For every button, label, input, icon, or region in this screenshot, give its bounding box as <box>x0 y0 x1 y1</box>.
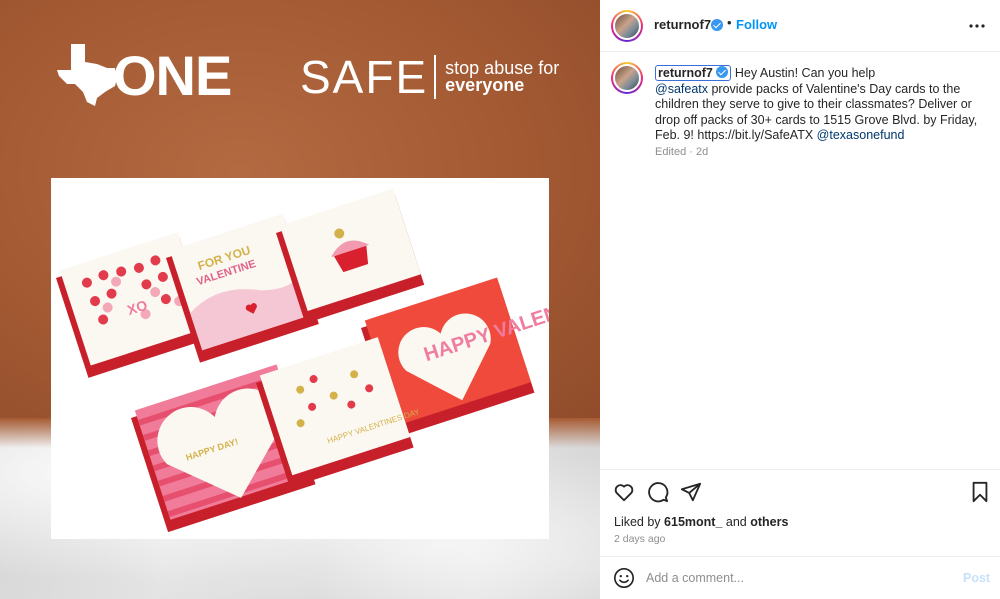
verified-icon <box>711 19 723 31</box>
safe-tagline: stop abuse for everyone <box>445 59 559 95</box>
caption-avatar[interactable] <box>611 62 643 94</box>
safe-logo: SAFE stop abuse for everyone <box>300 52 559 102</box>
avatar-image <box>613 64 641 92</box>
header-separator: • <box>727 15 732 30</box>
share-icon[interactable] <box>680 481 702 503</box>
caption-username[interactable]: returnof7 <box>658 66 713 80</box>
safe-word: SAFE <box>300 51 429 103</box>
tagline-line-2: everyone <box>445 75 525 95</box>
post-panel: returnof7 • Follow returnof7 Hey Austin!… <box>600 0 1000 599</box>
cards-illustration: XO FOR YOU VALENTINE HAPPY VALEN HAPPY D… <box>56 188 549 533</box>
likes-middle: and <box>725 515 747 529</box>
post-header: returnof7 • Follow <box>600 0 1000 52</box>
heart-icon[interactable] <box>613 481 635 503</box>
bookmark-icon[interactable] <box>970 481 990 503</box>
likes-summary: Liked by 615mont_ and others <box>614 515 788 529</box>
post-caption: returnof7 Hey Austin! Can you help @safe… <box>655 65 990 144</box>
logo-one-text: ONE <box>113 44 232 107</box>
texas-shape-icon <box>57 44 117 106</box>
likes-prefix: Liked by <box>614 515 661 529</box>
avatar-image <box>613 12 641 40</box>
caption-username-link[interactable]: returnof7 <box>655 65 732 81</box>
follow-button[interactable]: Follow <box>736 17 777 32</box>
comment-input[interactable] <box>646 568 946 588</box>
liked-by-user[interactable]: 615mont_ <box>664 515 722 529</box>
post-image[interactable]: ONE SAFE stop abuse for everyone XO FOR … <box>0 0 600 599</box>
verified-icon <box>716 66 729 78</box>
texas-one-logo: ONE <box>57 44 232 106</box>
comment-icon[interactable] <box>647 481 669 503</box>
header-username[interactable]: returnof7 <box>654 17 711 32</box>
emoji-icon[interactable] <box>613 567 635 589</box>
mention-texasonefund[interactable]: @texasonefund <box>817 128 905 142</box>
valentine-cards-photo: XO FOR YOU VALENTINE HAPPY VALEN HAPPY D… <box>51 178 549 539</box>
mention-safeatx[interactable]: @safeatx <box>655 82 708 96</box>
logo-divider <box>434 55 437 99</box>
post-comment-button[interactable]: Post <box>963 571 990 585</box>
post-timestamp[interactable]: 2 days ago <box>614 533 665 545</box>
caption-text-1: Hey Austin! Can you help <box>734 66 876 80</box>
more-icon[interactable] <box>967 16 987 36</box>
likes-others[interactable]: others <box>750 515 788 529</box>
avatar[interactable] <box>611 10 643 42</box>
caption-meta: Edited · 2d <box>655 146 709 158</box>
divider <box>600 556 1000 557</box>
divider <box>600 469 1000 470</box>
